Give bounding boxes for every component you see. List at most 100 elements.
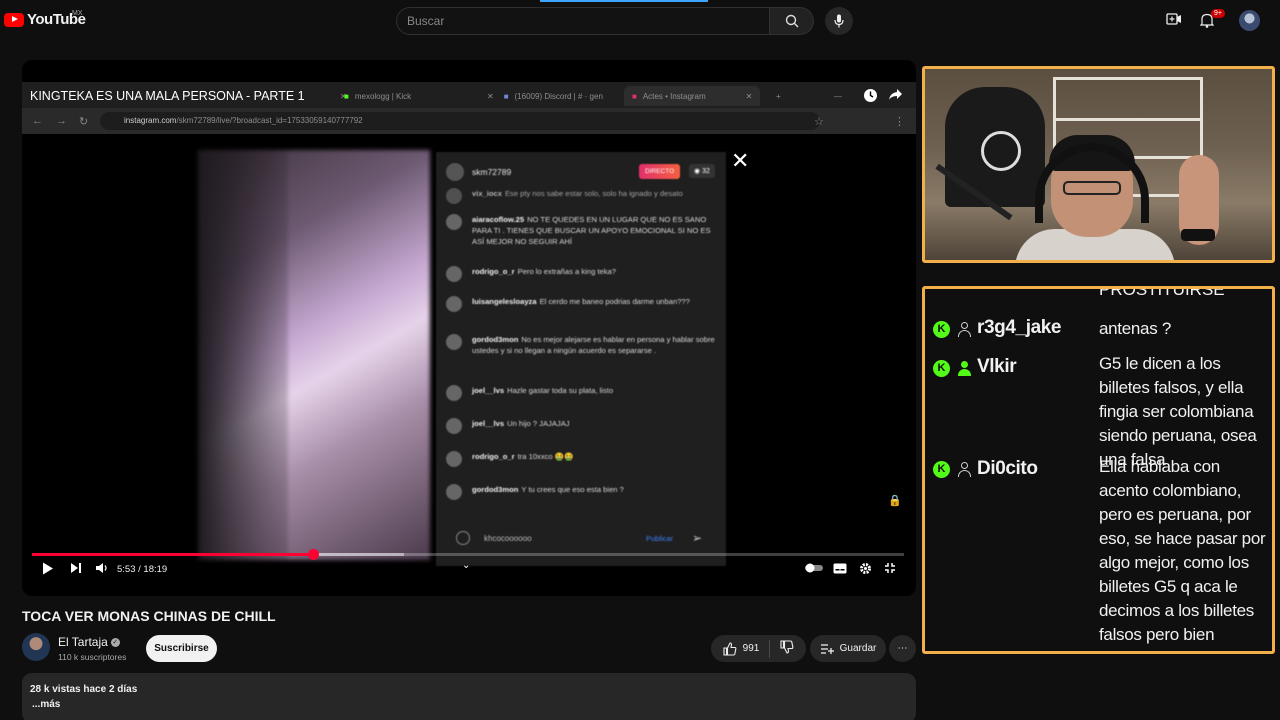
browser-menu-icon: ⋮ (894, 116, 905, 128)
ig-live-badge: DIRECTO (639, 164, 681, 179)
captions-icon (833, 563, 847, 574)
embedded-url-field: instagram.com/skm72789/live/?broadcast_i… (100, 112, 820, 130)
video-player[interactable]: ✕ ■ mexologg | Kick ✕ ■ (16009) Discord … (22, 60, 916, 596)
background-jersey (945, 87, 1045, 207)
glasses (1063, 181, 1121, 195)
fullscreen-button[interactable] (884, 562, 896, 577)
skip-next-icon (71, 563, 81, 573)
url-domain: instagram.com (124, 116, 177, 125)
ig-host-header: skm72789 (446, 162, 511, 182)
ig-viewer-count: ◉ 32 (689, 164, 715, 178)
tab-label: mexologg | Kick (354, 91, 412, 101)
account-avatar[interactable] (1239, 10, 1260, 31)
ig-comment-text: El cerdo me baneo podrias darme unban??? (539, 297, 690, 306)
verified-check-icon: ✓ (110, 638, 120, 648)
share-icon[interactable] (888, 88, 903, 104)
ig-comment-user: rodrigo_o_r (472, 452, 515, 461)
fullscreen-icon (885, 563, 895, 573)
thumbs-up-icon (723, 641, 737, 656)
youtube-logo[interactable]: YouTube MX (4, 10, 86, 28)
embedded-url-bar: ← → ↻ instagram.com/skm72789/live/?broad… (22, 108, 916, 134)
ig-comment-user: luisangelesloayza (472, 297, 537, 306)
video-progress-bar[interactable] (32, 549, 904, 560)
send-icon: ➢ (692, 531, 703, 545)
kick-icon: K (933, 360, 950, 377)
kick-icon: K (933, 321, 950, 338)
region-code: MX (72, 10, 83, 17)
ig-comment-avatar (446, 266, 462, 282)
ig-comment-user: vix_iocx (472, 189, 502, 198)
ig-comment: joel__lvs Hazle gastar toda su plata, lis… (446, 385, 716, 401)
ig-comment-avatar (446, 451, 462, 467)
watch-later-icon[interactable] (863, 88, 878, 106)
channel-name-row[interactable]: El Tartaja ✓ (58, 635, 120, 649)
channel-name[interactable]: El Tartaja (58, 635, 108, 649)
tab-label: (16009) Discord | # · gen (514, 91, 603, 101)
more-actions-button[interactable]: ⋯ (889, 635, 916, 662)
settings-button[interactable] (859, 562, 872, 578)
autoplay-icon (805, 563, 823, 573)
ig-comment: rodrigo_o_r tra 10xxco 🤮🤮 (446, 451, 716, 467)
gear-icon (860, 563, 871, 574)
ig-comment-user: aiaracoflow.25 (472, 215, 525, 224)
embedded-tab-instagram: ■ Actes • Instagram ✕ (624, 86, 761, 106)
ig-comment-text: Pero lo extrañas a king teka? (517, 267, 616, 276)
ig-comment-avatar (446, 385, 462, 401)
ig-comment-avatar (446, 484, 462, 500)
ig-host-name: skm72789 (472, 167, 512, 177)
chat-badges: K (933, 321, 973, 338)
video-embed-title[interactable]: KINGTEKA ES UNA MALA PERSONA - PARTE 1 (30, 89, 305, 103)
chat-badges: K (933, 360, 973, 377)
ig-comment-avatar (446, 418, 462, 434)
ig-comment: gordod3mon Y tu crees que eso esta bien ? (446, 484, 716, 500)
ig-comment-avatar (446, 334, 462, 350)
subscribe-button[interactable]: Suscribirse (146, 635, 217, 662)
play-button[interactable] (42, 562, 54, 578)
chevron-down-icon[interactable]: ⌄ (462, 560, 470, 571)
like-divider (769, 639, 771, 658)
ig-input-value: khcocoooooo (484, 533, 532, 543)
close-icon: ✕ (731, 148, 750, 173)
wristwatch (1181, 229, 1215, 241)
user-icon (956, 461, 973, 478)
volume-button[interactable] (95, 562, 108, 577)
chat-username: Vlkir (977, 356, 1017, 377)
save-button[interactable]: Guardar (810, 635, 886, 662)
captions-button[interactable] (833, 562, 847, 577)
like-button[interactable]: 991 (723, 641, 760, 656)
ig-comment: rodrigo_o_r Pero lo extrañas a king teka? (446, 266, 716, 282)
autoplay-toggle[interactable] (804, 562, 824, 577)
ig-comment: aiaracoflow.25 NO TE QUEDES EN UN LUGAR Q… (446, 214, 716, 247)
search-box[interactable] (396, 7, 770, 35)
show-more-link[interactable]: ...más (32, 699, 60, 710)
ig-comment-input: khcocoooooo Publicar ➢ (456, 526, 706, 550)
create-button[interactable] (1166, 12, 1182, 31)
ig-comment-user: joel__lvs (472, 419, 505, 428)
next-button[interactable] (70, 562, 82, 577)
search-button[interactable] (770, 7, 814, 35)
ig-comment-user: rodrigo_o_r (472, 267, 515, 276)
embedded-tab-kick: ■ mexologg | Kick (344, 86, 411, 106)
ig-comment-avatar (446, 214, 462, 230)
chat-text: Ella hablaba con acento colombiano, pero… (1099, 457, 1266, 651)
embedded-tab-discord: ✕ ■ (16009) Discord | # · gen (487, 86, 603, 106)
streamer-webcam (922, 66, 1275, 263)
channel-avatar[interactable] (22, 633, 50, 661)
instagram-tab-icon: ■ (632, 91, 637, 101)
subscriber-count: 110 k suscriptores (58, 652, 127, 662)
search-icon (785, 14, 798, 28)
save-label: Guardar (839, 643, 877, 654)
ig-comment: vix_iocx Ese pty nos sabe estar solo, sol… (446, 188, 716, 204)
stream-content: skm72789 DIRECTO ◉ 32 vix_iocx Ese pty no… (22, 136, 916, 566)
ig-comment-user: joel__lvs (472, 386, 505, 395)
voice-search-button[interactable] (825, 7, 853, 35)
chat-username: Di0cito (977, 458, 1038, 479)
bookmark-star-icon: ☆ (814, 116, 824, 128)
like-count: 991 (742, 643, 760, 654)
chat-cut-message: PROSTITUIRSE (1099, 286, 1225, 299)
search-input[interactable] (407, 14, 747, 28)
dislike-button[interactable] (780, 640, 794, 657)
forward-arrow-icon: → (56, 115, 67, 127)
playlist-add-icon (820, 643, 834, 654)
description-box[interactable]: 28 k vistas hace 2 días ...más (22, 673, 916, 720)
